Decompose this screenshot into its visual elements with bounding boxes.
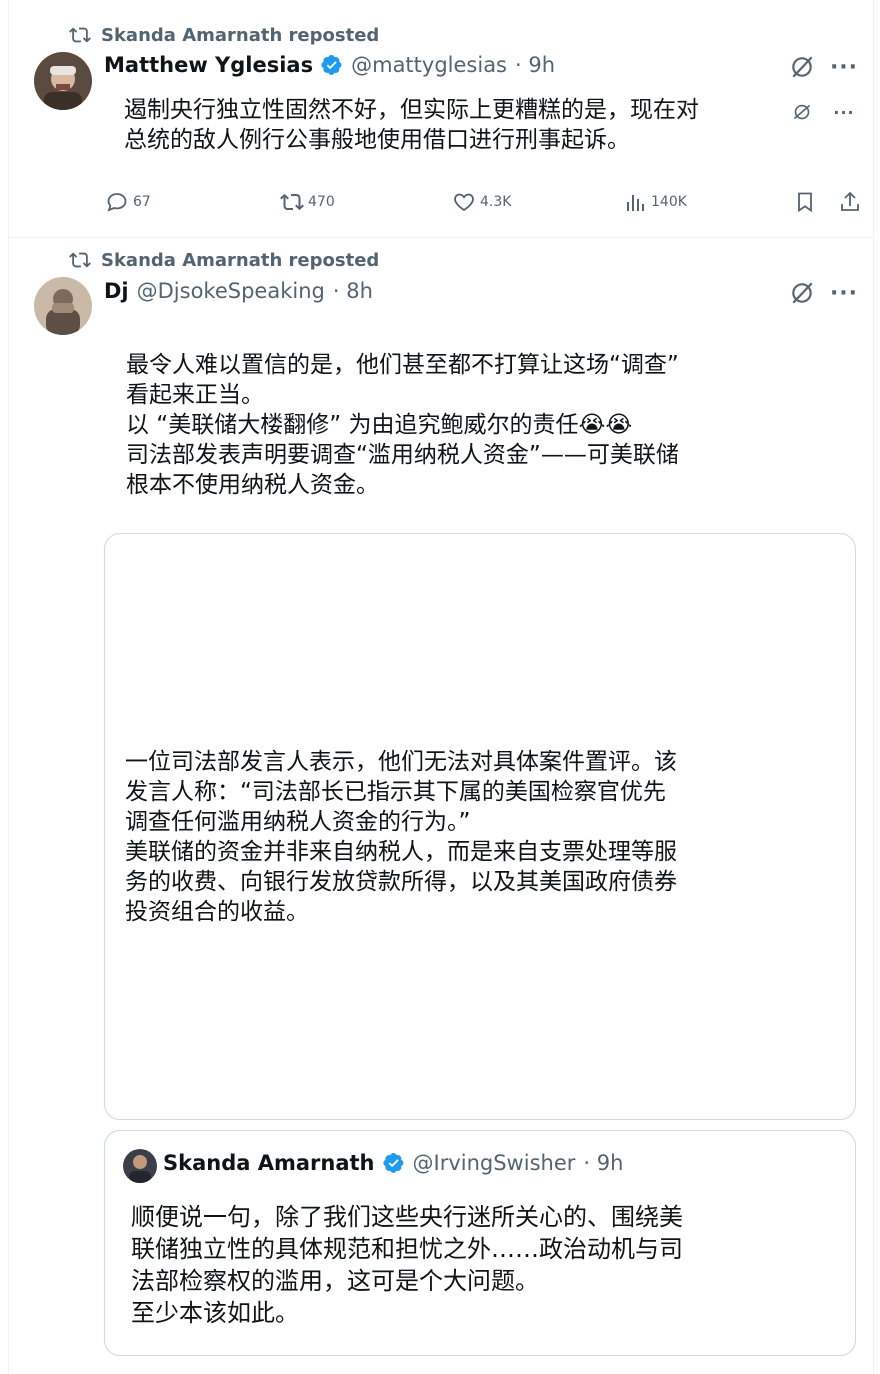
quoted-tweet-text: 顺便说一句，除了我们这些央行迷所关心的、围绕美 联储独立性的具体规范和担忧之外……: [131, 1203, 683, 1327]
author-handle[interactable]: @mattyglesias: [351, 53, 507, 77]
share-button[interactable]: [838, 190, 862, 214]
grok-icon[interactable]: [787, 52, 817, 82]
tweet-text: 遏制央行独立性固然不好，但实际上更糟糕的是，现在对 总统的敌人例行公事般地使用借…: [124, 97, 699, 153]
grok-icon[interactable]: [787, 278, 817, 308]
divider: [9, 237, 875, 238]
tweet-header: Dj @DjsokeSpeaking · 8h: [104, 279, 373, 303]
tweet-header: Matthew Yglesias @mattyglesias · 9h: [104, 53, 555, 77]
avatar[interactable]: [34, 52, 92, 110]
quoted-tweet[interactable]: Skanda Amarnath @IrvingSwisher · 9h 顺便说一…: [104, 1130, 856, 1356]
timestamp[interactable]: · 8h: [333, 279, 373, 303]
views-count: 140K: [651, 194, 687, 210]
avatar[interactable]: [34, 277, 92, 335]
author-name[interactable]: Dj: [104, 279, 129, 303]
media-image-text: 一位司法部发言人表示，他们无法对具体案件置评。该 发言人称：“司法部长已指示其下…: [125, 749, 677, 925]
reply-icon: [107, 193, 127, 212]
timestamp[interactable]: · 9h: [515, 53, 555, 77]
timeline: Skanda Amarnath reposted Matthew Yglesia…: [8, 0, 875, 1374]
repost-count: 470: [308, 194, 335, 210]
repost-indicator: Skanda Amarnath reposted: [69, 248, 379, 272]
verified-badge-icon: [321, 55, 342, 75]
repost-label[interactable]: Skanda Amarnath reposted: [101, 250, 379, 271]
author-name[interactable]: Matthew Yglesias: [104, 53, 313, 77]
author-handle[interactable]: @IrvingSwisher: [413, 1151, 576, 1175]
views-button[interactable]: 140K: [623, 190, 687, 214]
heart-icon: [454, 193, 474, 212]
repost-icon: [69, 27, 91, 43]
author-name[interactable]: Skanda Amarnath: [163, 1151, 375, 1175]
repost-button[interactable]: 470: [280, 190, 335, 214]
author-handle[interactable]: @DjsokeSpeaking: [137, 279, 325, 303]
reply-count: 67: [133, 194, 151, 210]
more-icon[interactable]: ···: [829, 52, 859, 82]
share-icon: [841, 191, 859, 211]
bookmark-button[interactable]: [793, 190, 817, 214]
more-icon[interactable]: ···: [829, 278, 859, 308]
action-bar: 67 470 4.3K 140K: [105, 190, 865, 220]
tweet-text: 最令人难以置信的是，他们甚至都不打算让这场“调查” 看起来正当。 以 “美联储大…: [126, 352, 679, 498]
repost-icon: [280, 193, 304, 211]
views-icon: [627, 195, 644, 211]
repost-icon: [69, 252, 91, 268]
verified-badge-icon: [382, 1153, 403, 1173]
timestamp[interactable]: · 9h: [583, 1151, 623, 1175]
repost-indicator: Skanda Amarnath reposted: [69, 23, 379, 47]
grok-icon[interactable]: [787, 97, 817, 127]
avatar[interactable]: [123, 1149, 157, 1183]
repost-label[interactable]: Skanda Amarnath reposted: [101, 25, 379, 46]
bookmark-icon: [798, 192, 812, 213]
more-icon[interactable]: ···: [829, 97, 859, 127]
media-card[interactable]: 一位司法部发言人表示，他们无法对具体案件置评。该 发言人称：“司法部长已指示其下…: [104, 533, 856, 1120]
quoted-tweet-header: Skanda Amarnath @IrvingSwisher · 9h: [163, 1151, 623, 1175]
reply-button[interactable]: 67: [105, 190, 151, 214]
like-count: 4.3K: [480, 194, 512, 210]
like-button[interactable]: 4.3K: [452, 190, 511, 214]
